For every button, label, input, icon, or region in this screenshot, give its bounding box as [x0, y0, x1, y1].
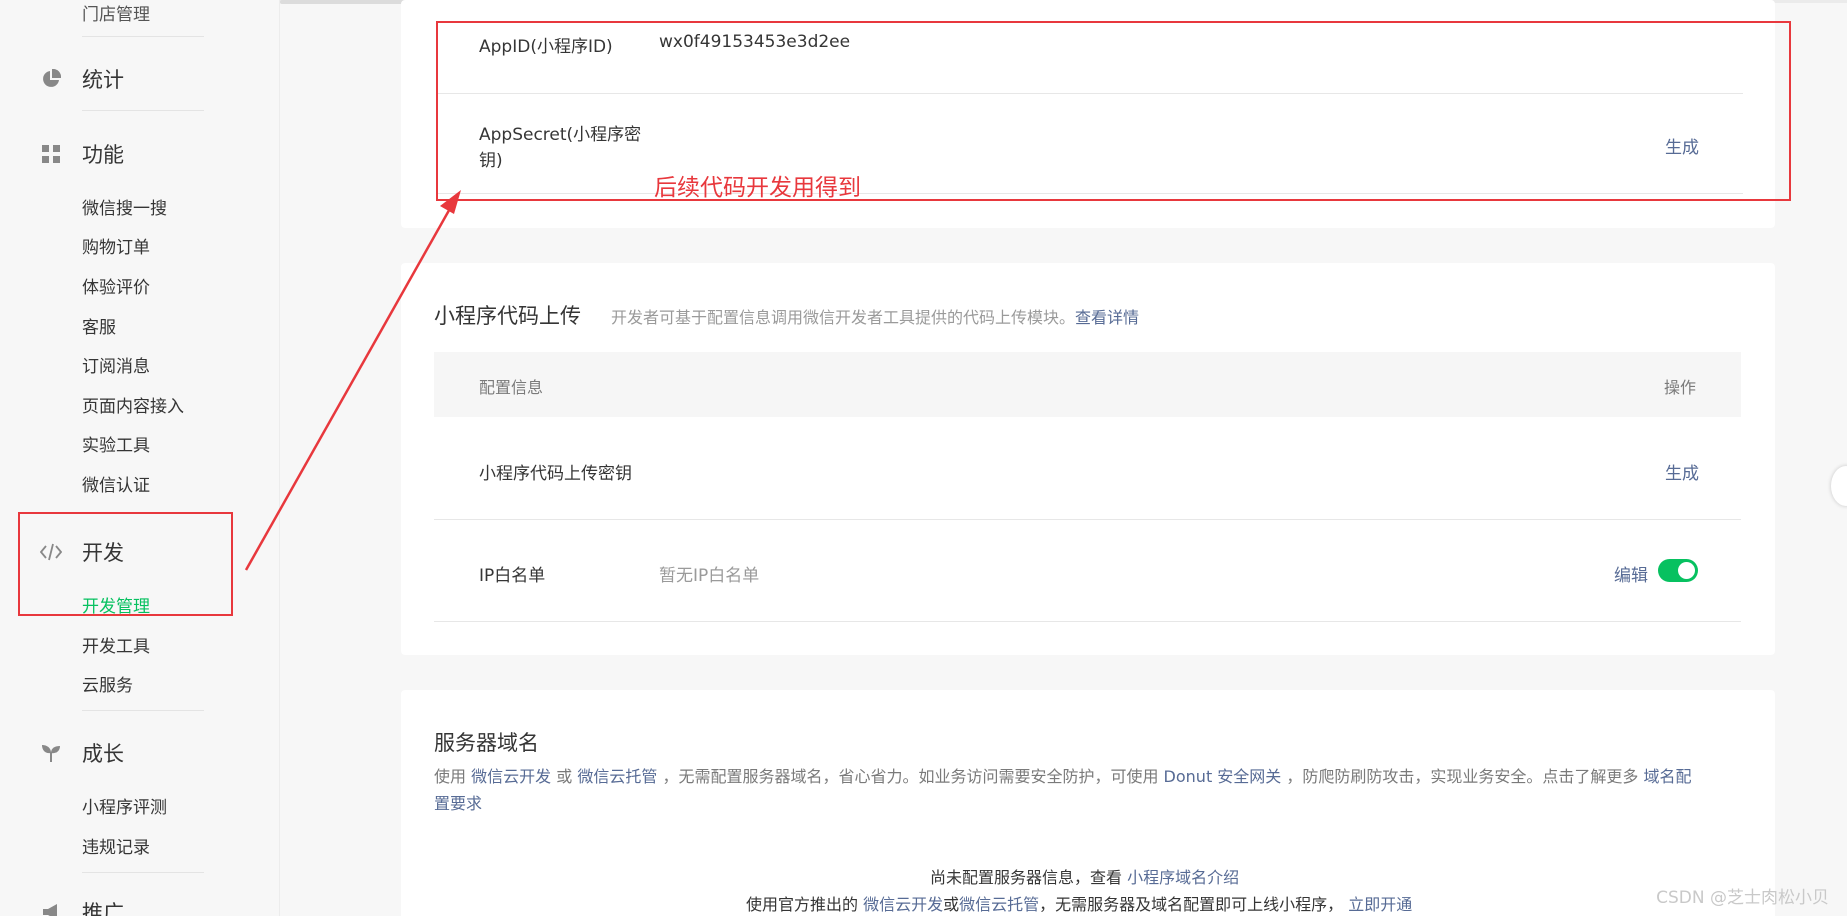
watermark: CSDN @芝士肉松小贝: [1656, 888, 1829, 908]
annotation-arrow: [244, 190, 461, 571]
